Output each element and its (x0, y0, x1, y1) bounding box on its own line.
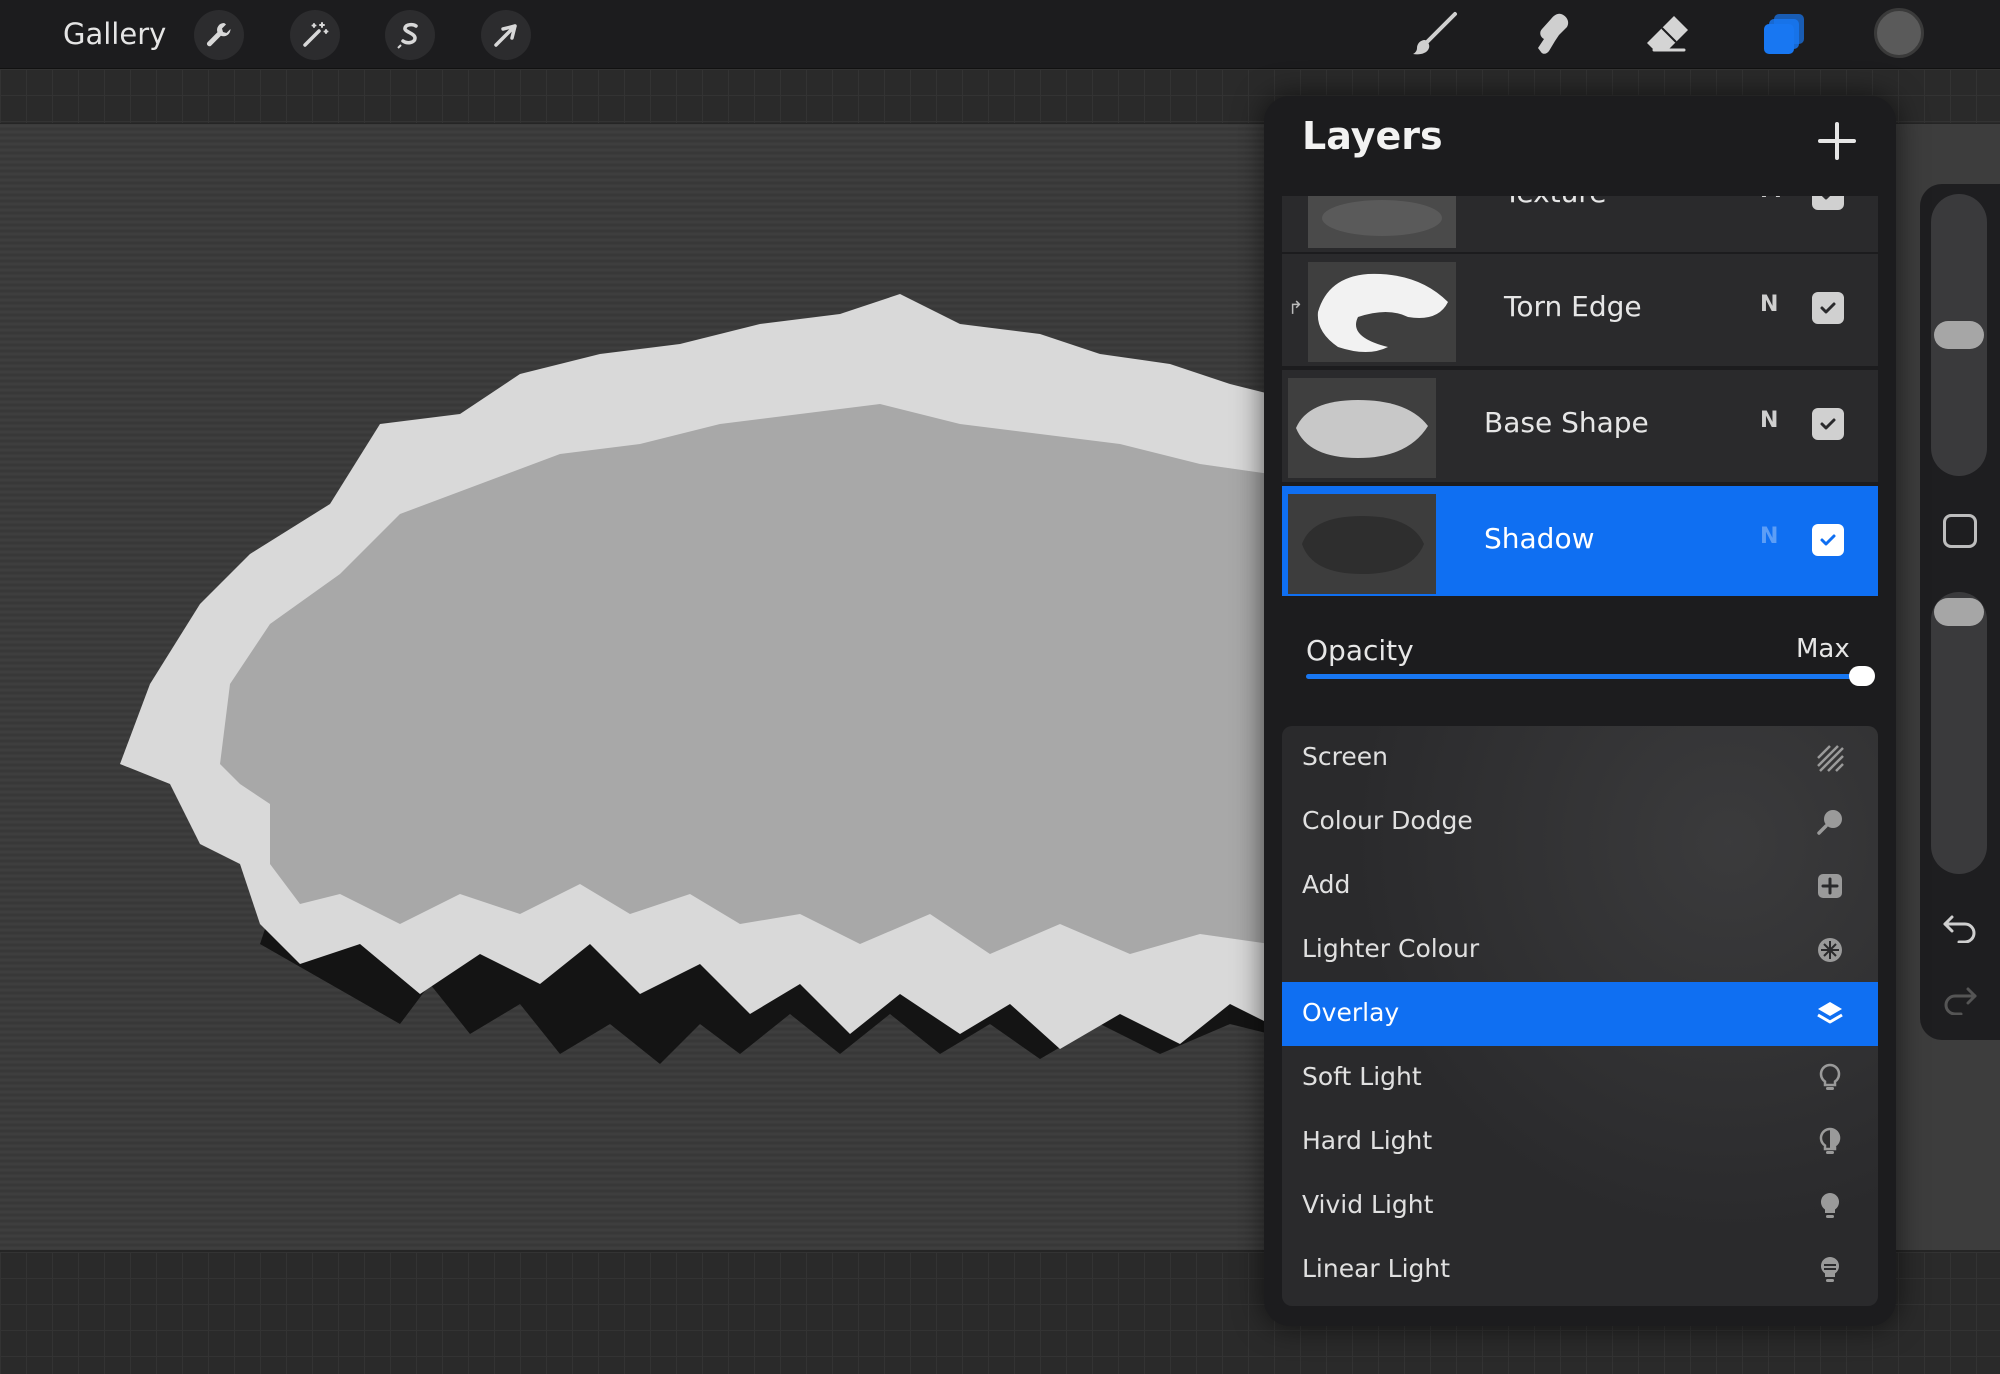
layer-thumbnail (1288, 494, 1436, 594)
blend-mode-colour-dodge[interactable]: Colour Dodge (1282, 790, 1878, 854)
opacity-slider[interactable] (1306, 666, 1875, 686)
layer-visibility-checkbox[interactable] (1812, 408, 1844, 440)
layer-visibility-checkbox[interactable] (1812, 292, 1844, 324)
blend-mode-label: Linear Light (1302, 1254, 1451, 1283)
layer-visibility-checkbox[interactable] (1812, 524, 1844, 556)
layer-row-torn-edge[interactable]: ↱ Torn Edge N (1282, 252, 1878, 366)
top-toolbar: Gallery (0, 0, 2000, 69)
layer-blend-mode[interactable]: M (1760, 196, 1782, 203)
opacity-value: Max (1796, 634, 1850, 664)
opacity-slider-knob[interactable] (1849, 666, 1875, 686)
blend-mode-label: Hard Light (1302, 1126, 1433, 1155)
stack-icon (1812, 996, 1848, 1032)
layers-icon[interactable] (1756, 8, 1812, 60)
clipping-mask-icon: ↱ (1288, 298, 1304, 319)
gallery-button[interactable]: Gallery (63, 12, 166, 56)
magic-wand-icon[interactable] (290, 10, 340, 60)
layer-blend-mode[interactable]: N (1760, 292, 1778, 317)
layer-row-texture[interactable]: Texture M (1282, 196, 1878, 252)
blend-mode-hard-light[interactable]: Hard Light (1282, 1110, 1878, 1174)
bulb-half-icon (1812, 1124, 1848, 1160)
bulb-lines-icon (1812, 1252, 1848, 1288)
layer-visibility-checkbox[interactable] (1812, 196, 1844, 210)
blend-mode-list: Screen Colour Dodge Add Lighter Colour O… (1282, 726, 1878, 1306)
blend-mode-label: Lighter Colour (1302, 934, 1480, 963)
layer-thumbnail (1308, 262, 1456, 362)
blend-mode-lighter-colour[interactable]: Lighter Colour (1282, 918, 1878, 982)
sparkle-icon (1812, 932, 1848, 968)
blend-mode-vivid-light[interactable]: Vivid Light (1282, 1174, 1878, 1238)
brush-icon[interactable] (1408, 8, 1464, 60)
blend-mode-label: Soft Light (1302, 1062, 1422, 1091)
opacity-label: Opacity (1306, 634, 1414, 667)
blend-mode-label: Vivid Light (1302, 1190, 1434, 1219)
layers-panel: Layers Texture M ↱ Torn Edge N (1264, 96, 1896, 1326)
plus-icon[interactable] (1812, 116, 1862, 166)
magnifier-icon (1812, 804, 1848, 840)
layer-name: Base Shape (1484, 406, 1649, 439)
smudge-icon[interactable] (1524, 8, 1580, 60)
blend-mode-overlay[interactable]: Overlay (1282, 982, 1878, 1046)
brush-opacity-knob[interactable] (1934, 598, 1984, 626)
brush-opacity-slider[interactable] (1931, 592, 1987, 874)
blend-mode-soft-light[interactable]: Soft Light (1282, 1046, 1878, 1110)
plus-square-icon (1812, 868, 1848, 904)
blend-mode-label: Screen (1302, 742, 1388, 771)
bulb-filled-icon (1812, 1188, 1848, 1224)
opacity-slider-fill (1306, 674, 1862, 679)
layer-list: Texture M ↱ Torn Edge N Base Shape N (1282, 196, 1878, 596)
eraser-icon[interactable] (1640, 8, 1696, 60)
selection-s-icon[interactable] (385, 10, 435, 60)
hatch-icon (1812, 740, 1848, 776)
canvas-artwork (0, 124, 1270, 1250)
blend-mode-add[interactable]: Add (1282, 854, 1878, 918)
layer-name: Shadow (1484, 522, 1595, 555)
layer-row-shadow[interactable]: Shadow N (1282, 484, 1878, 596)
layer-blend-mode[interactable]: N (1760, 524, 1778, 549)
layer-thumbnail (1288, 378, 1436, 478)
brush-size-slider[interactable] (1931, 194, 1987, 476)
bulb-outline-icon (1812, 1060, 1848, 1096)
blend-mode-screen[interactable]: Screen (1282, 726, 1878, 790)
blend-mode-label: Overlay (1302, 998, 1400, 1027)
colour-swatch-button[interactable] (1874, 8, 1924, 58)
blend-mode-label: Add (1302, 870, 1351, 899)
layer-name: Torn Edge (1504, 290, 1642, 323)
layer-blend-mode[interactable]: N (1760, 408, 1778, 433)
undo-icon[interactable] (1940, 908, 1980, 948)
brush-size-knob[interactable] (1934, 321, 1984, 349)
layer-row-base-shape[interactable]: Base Shape N (1282, 368, 1878, 482)
redo-icon[interactable] (1940, 980, 1980, 1020)
blend-mode-label: Colour Dodge (1302, 806, 1473, 835)
blend-mode-linear-light[interactable]: Linear Light (1282, 1238, 1878, 1302)
transform-arrow-icon[interactable] (481, 10, 531, 60)
layer-thumbnail (1308, 196, 1456, 248)
panel-title: Layers (1302, 114, 1443, 158)
modify-button[interactable] (1943, 514, 1977, 548)
layer-name: Texture (1504, 196, 1607, 209)
wrench-icon[interactable] (194, 10, 244, 60)
